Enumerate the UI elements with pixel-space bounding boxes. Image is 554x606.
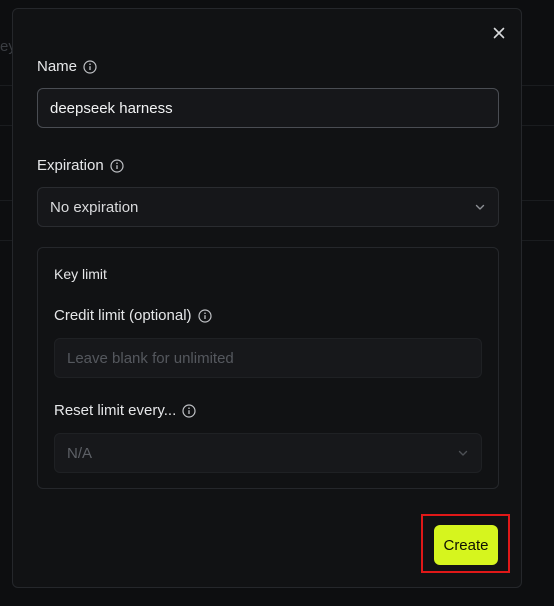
expiration-select[interactable]: No expiration xyxy=(37,187,499,227)
reset-limit-selected-value: N/A xyxy=(67,444,93,462)
create-key-dialog: Name Expiration No expiration Key limit xyxy=(12,8,522,588)
reset-limit-label-row: Reset limit every... xyxy=(54,402,196,419)
credit-limit-label: Credit limit (optional) xyxy=(54,307,192,324)
reset-limit-label: Reset limit every... xyxy=(54,402,177,419)
name-label-row: Name xyxy=(37,58,97,75)
name-input[interactable] xyxy=(37,88,499,128)
expiration-label-row: Expiration xyxy=(37,157,124,174)
credit-limit-input[interactable] xyxy=(54,338,482,378)
credit-limit-label-row: Credit limit (optional) xyxy=(54,307,212,324)
create-button[interactable]: Create xyxy=(434,525,498,565)
chevron-down-icon xyxy=(475,204,485,210)
expiration-label: Expiration xyxy=(37,157,104,174)
close-icon xyxy=(493,27,505,39)
key-limit-section: Key limit Credit limit (optional) Reset … xyxy=(37,247,499,489)
name-label: Name xyxy=(37,58,78,75)
info-icon[interactable] xyxy=(110,158,124,173)
reset-limit-select[interactable]: N/A xyxy=(54,433,482,473)
key-limit-title: Key limit xyxy=(54,266,107,282)
info-icon[interactable] xyxy=(182,403,196,418)
expiration-selected-value: No expiration xyxy=(50,198,139,216)
chevron-down-icon xyxy=(458,450,468,456)
info-icon[interactable] xyxy=(197,308,212,323)
info-icon[interactable] xyxy=(83,59,97,74)
close-button[interactable] xyxy=(489,23,509,43)
